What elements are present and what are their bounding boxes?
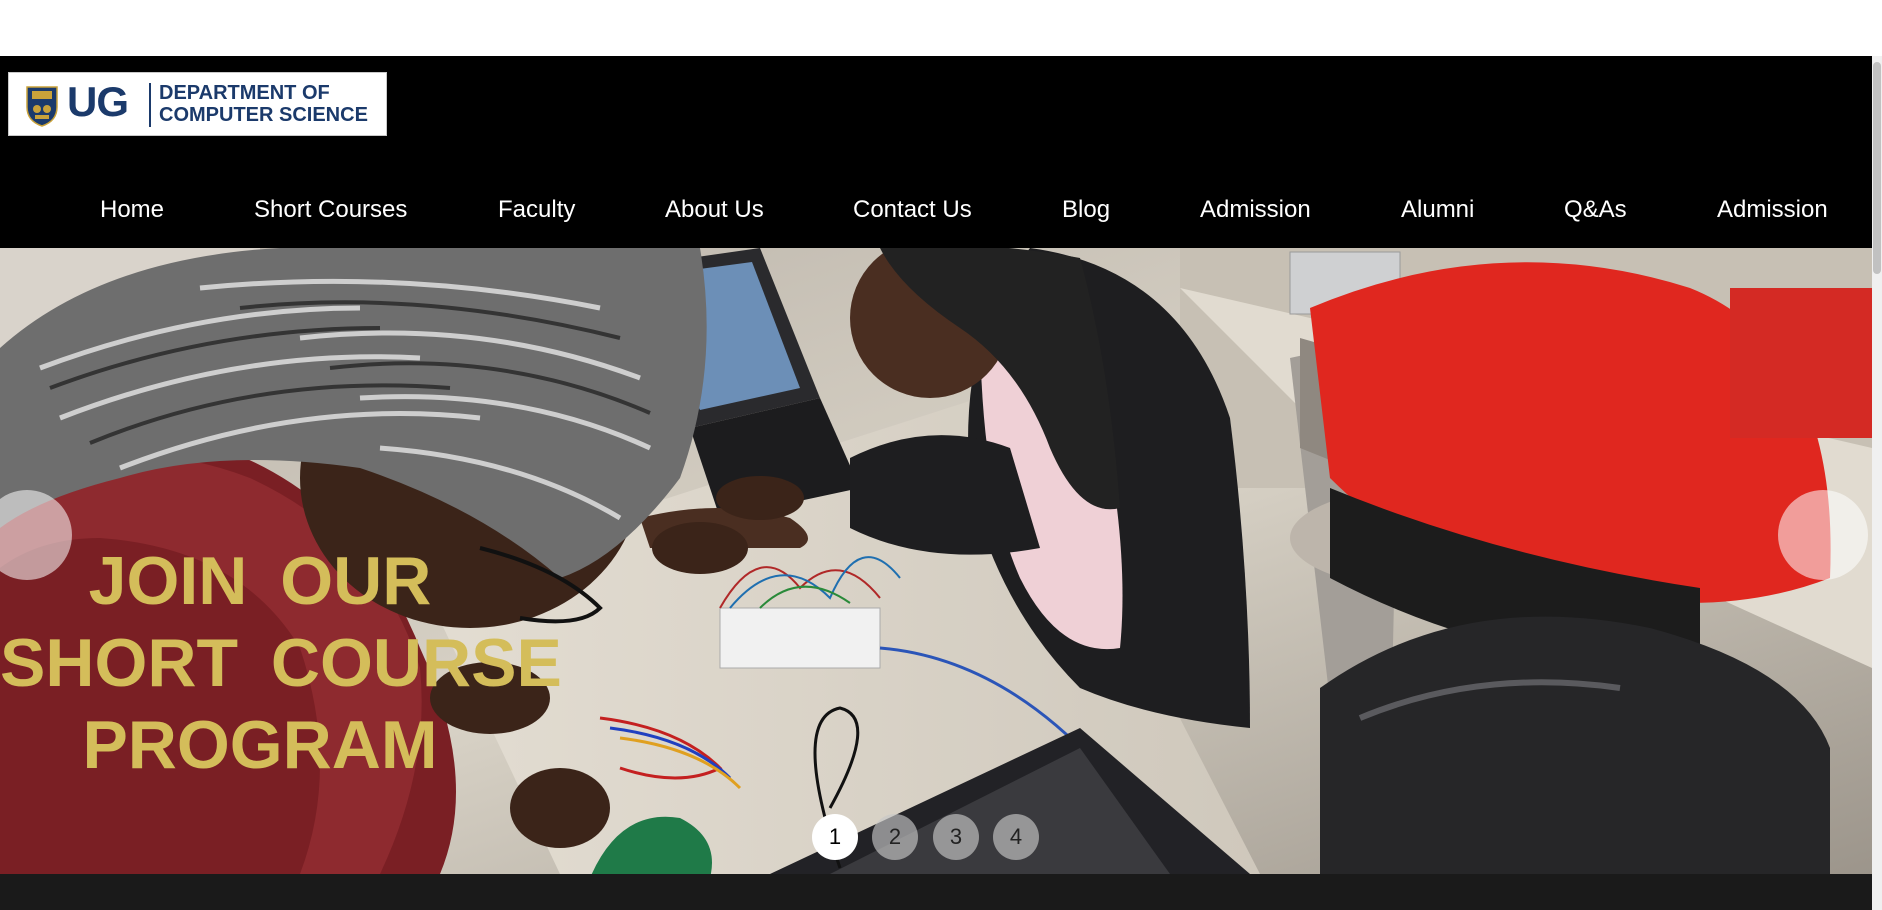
hero-title-line-2: SHORT COURSE (0, 625, 562, 701)
logo-brand: UG (67, 78, 129, 125)
logo-line-1: DEPARTMENT OF (159, 82, 330, 104)
nav-blog[interactable]: Blog (1062, 187, 1110, 233)
slide-dot-1[interactable]: 1 (812, 814, 858, 860)
slide-dot-2[interactable]: 2 (872, 814, 918, 860)
main-navigation: Home Short Courses Faculty About Us Cont… (0, 187, 1872, 233)
nav-faculty[interactable]: Faculty (498, 187, 575, 233)
logo-line-2: COMPUTER SCIENCE (159, 104, 368, 126)
nav-alumni[interactable]: Alumni (1401, 187, 1474, 233)
browser-top-area (0, 0, 1882, 56)
next-arrow-icon[interactable] (1778, 490, 1868, 580)
university-crest-icon (26, 86, 58, 127)
logo-divider (149, 83, 151, 127)
slide-indicators: 1 2 3 4 (0, 814, 1872, 860)
nav-home[interactable]: Home (100, 187, 164, 233)
page-dark-band (0, 874, 1872, 910)
hero-title-line-3: PROGRAM (82, 707, 438, 783)
logo-department-text: DEPARTMENT OF COMPUTER SCIENCE (159, 82, 368, 126)
slide-dot-3[interactable]: 3 (933, 814, 979, 860)
nav-admission[interactable]: Admission (1200, 187, 1311, 233)
slide-dot-4[interactable]: 4 (993, 814, 1039, 860)
nav-contact-us[interactable]: Contact Us (853, 187, 972, 233)
nav-about-us[interactable]: About Us (665, 187, 764, 233)
page-scrollbar[interactable] (1872, 56, 1882, 910)
nav-short-courses[interactable]: Short Courses (254, 187, 407, 233)
hero-title-line-1: JOIN OUR (88, 543, 432, 619)
hero-title: JOIN OUR SHORT COURSE PROGRAM (0, 540, 562, 786)
nav-qas[interactable]: Q&As (1564, 187, 1627, 233)
site-logo[interactable]: UG DEPARTMENT OF COMPUTER SCIENCE (8, 72, 387, 136)
hero-slider: JOIN OUR SHORT COURSE PROGRAM (0, 248, 1872, 874)
scrollbar-thumb[interactable] (1873, 62, 1881, 274)
site-header: UG DEPARTMENT OF COMPUTER SCIENCE Home S… (0, 56, 1872, 248)
nav-admission-2[interactable]: Admission (1717, 187, 1828, 233)
